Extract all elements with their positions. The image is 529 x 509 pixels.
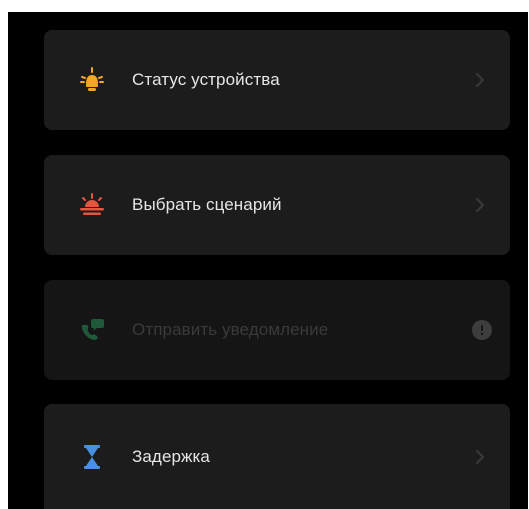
menu-item-label: Выбрать сценарий: [132, 195, 282, 214]
chevron-right-icon: [472, 195, 488, 215]
menu-item-send-notification[interactable]: Отправить уведомление: [44, 280, 510, 380]
lightbulb-icon: [76, 64, 108, 96]
menu-item-label: Статус устройства: [132, 70, 280, 89]
menu-item-delay[interactable]: Задержка: [44, 404, 510, 509]
menu-item-choose-scenario[interactable]: Выбрать сценарий: [44, 155, 510, 255]
phone-message-icon: [76, 314, 108, 346]
action-menu-screen: Статус устройства Выбрать сценарий Отпра…: [8, 12, 528, 509]
hourglass-icon: [76, 441, 108, 473]
menu-item-label: Отправить уведомление: [132, 320, 329, 339]
chevron-right-icon: [472, 447, 488, 467]
menu-item-device-status[interactable]: Статус устройства: [44, 30, 510, 130]
info-icon[interactable]: [472, 320, 492, 340]
chevron-right-icon: [472, 70, 488, 90]
sunset-icon: [76, 189, 108, 221]
menu-item-label: Задержка: [132, 446, 210, 466]
